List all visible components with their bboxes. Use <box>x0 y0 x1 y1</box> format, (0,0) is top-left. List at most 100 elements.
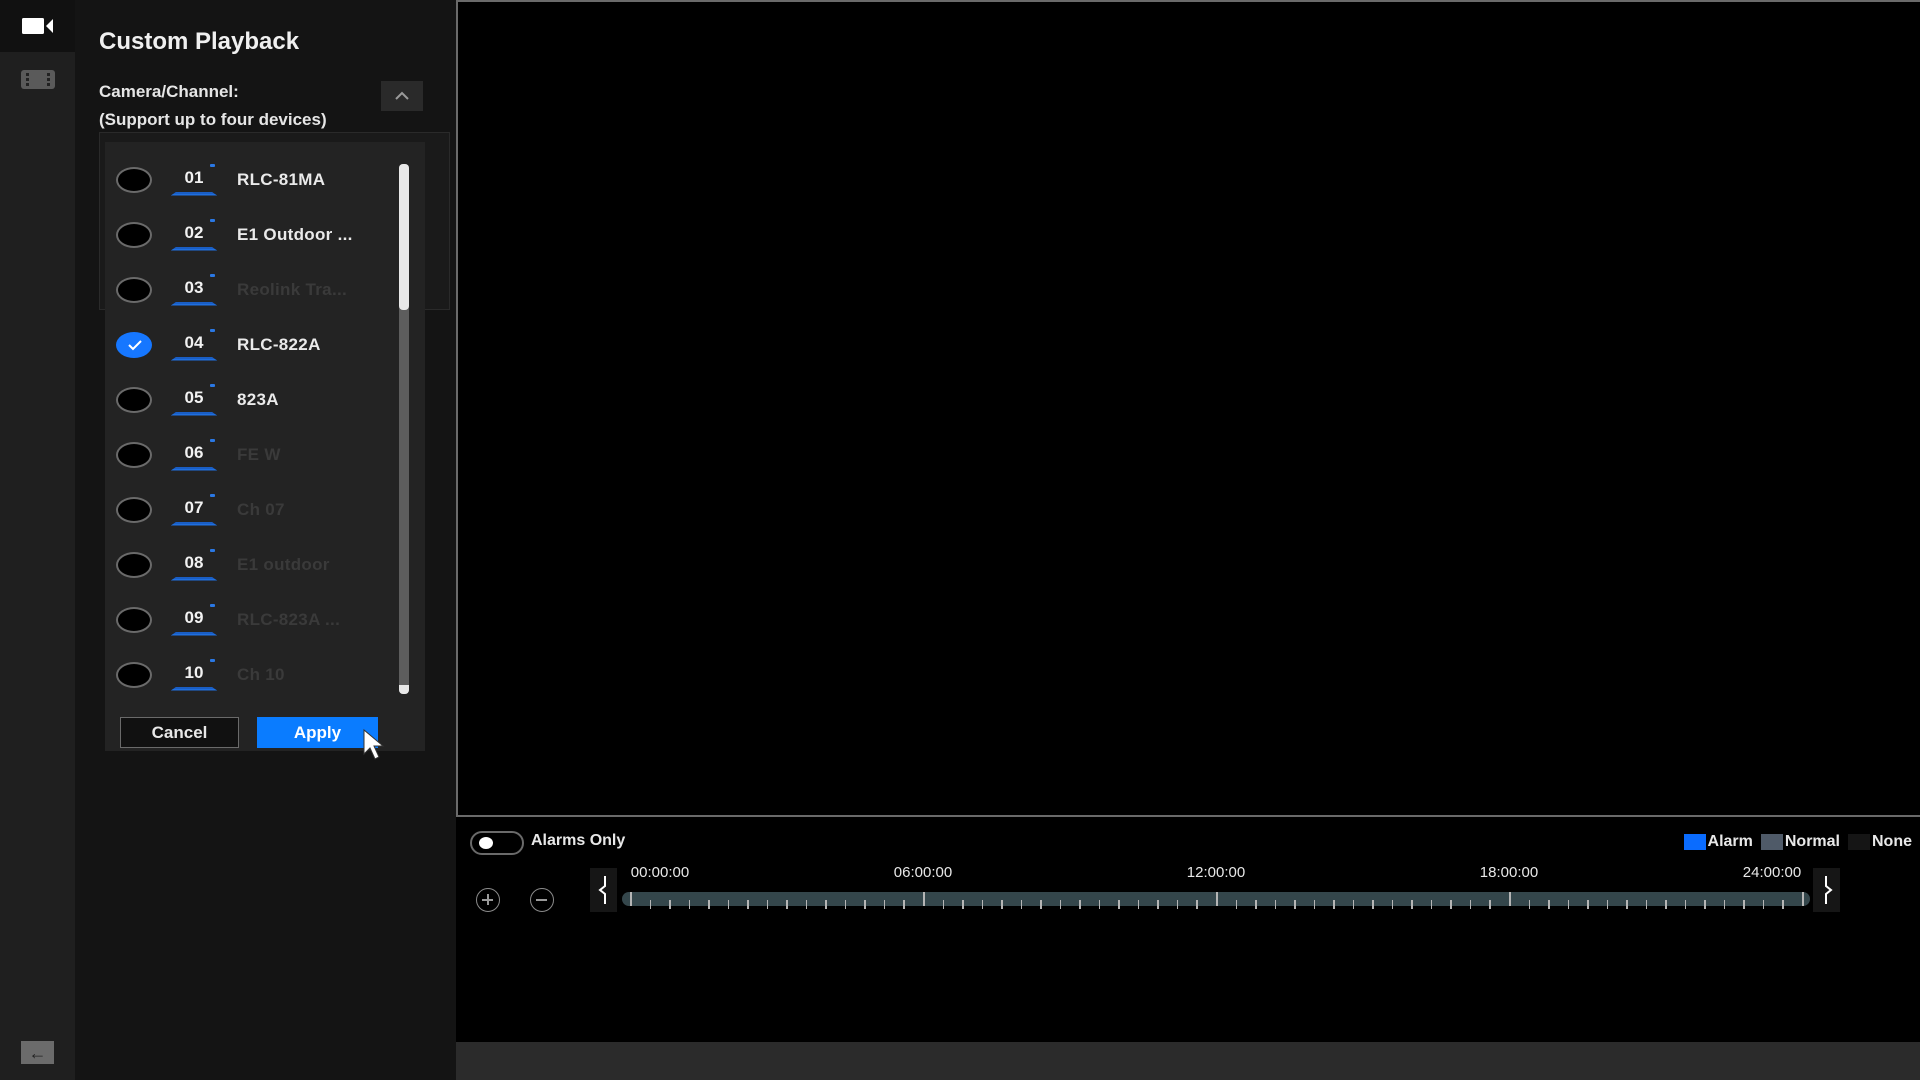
channel-monitor-icon: 05 <box>171 383 217 416</box>
timeline-minor-tick <box>1762 900 1765 909</box>
timeline-minor-tick <box>805 900 808 909</box>
alarms-only-label: Alarms Only <box>531 832 626 849</box>
channel-checkbox[interactable] <box>116 386 152 413</box>
channel-monitor-icon: 08 <box>171 548 217 581</box>
status-dot <box>210 603 215 607</box>
channel-row[interactable]: 02 E1 Outdoor ... <box>105 207 405 262</box>
channel-checkbox[interactable] <box>116 331 152 358</box>
scrollbar[interactable] <box>399 164 409 694</box>
timeline-minor-tick <box>1274 900 1277 909</box>
channel-row[interactable]: 03 Reolink Tra... <box>105 262 405 317</box>
timeline-minor-tick <box>1255 900 1257 909</box>
back-button[interactable]: ← <box>21 1041 54 1064</box>
film-strip-icon[interactable] <box>21 70 55 89</box>
timeline-minor-tick <box>844 900 847 909</box>
timeline-minor-tick <box>1469 900 1472 909</box>
channel-checkbox[interactable] <box>116 221 152 248</box>
timeline-minor-tick <box>786 900 788 909</box>
channel-name: Reolink Tra... <box>237 279 348 299</box>
chevron-right-icon <box>1824 876 1833 904</box>
timeline-minor-tick <box>1684 900 1687 909</box>
monitor-base <box>171 301 217 306</box>
apply-button[interactable]: Apply <box>257 717 378 748</box>
channel-number: 09 <box>184 607 204 627</box>
channel-row[interactable]: 04 RLC-822A <box>105 317 405 372</box>
zoom-in-icon[interactable] <box>476 888 500 912</box>
scrollbar-thumb[interactable] <box>399 164 409 310</box>
video-viewport[interactable] <box>456 0 1920 817</box>
monitor-base <box>171 466 217 471</box>
channel-checkbox[interactable] <box>116 551 152 578</box>
channel-checkbox[interactable] <box>116 441 152 468</box>
legend-swatch <box>1760 834 1783 850</box>
camera-channel-title: Camera/Channel: <box>99 82 239 101</box>
legend-alarm: Alarm <box>1683 833 1753 851</box>
channel-name: FE W <box>237 444 281 464</box>
timeline-minor-tick <box>1587 900 1589 909</box>
channel-monitor-icon: 09 <box>171 603 217 636</box>
channel-monitor-icon: 01 <box>171 163 217 196</box>
zoom-out-icon[interactable] <box>530 888 554 912</box>
channel-row[interactable]: 09 RLC-823A ... <box>105 592 405 647</box>
channel-checkbox[interactable] <box>116 166 152 193</box>
channel-checkbox[interactable] <box>116 496 152 523</box>
timeline-minor-tick <box>1411 900 1413 909</box>
timeline-minor-tick <box>1489 900 1491 909</box>
channel-name: Ch 10 <box>237 664 285 684</box>
timeline-major-tick <box>630 892 632 906</box>
status-dot <box>210 548 215 552</box>
channel-number: 10 <box>184 662 204 682</box>
channel-number: 08 <box>184 552 204 572</box>
channel-monitor-icon: 03 <box>171 273 217 306</box>
monitor-base <box>171 246 217 251</box>
channel-row[interactable]: 07 Ch 07 <box>105 482 405 537</box>
timeline[interactable]: 00:00:00 06:00:00 12:00:00 18:00:00 24:00:00 <box>622 860 1810 920</box>
legend-label: Normal <box>1784 833 1840 850</box>
timeline-prev-button[interactable] <box>590 868 617 912</box>
channel-name: E1 outdoor <box>237 554 330 574</box>
status-dot <box>210 383 215 387</box>
timeline-minor-tick <box>1137 900 1140 909</box>
timeline-minor-tick <box>708 900 710 909</box>
timeline-track[interactable] <box>622 892 1810 909</box>
timeline-minor-tick <box>688 900 691 909</box>
timeline-minor-tick <box>1548 900 1550 909</box>
timeline-label: 24:00:00 <box>1742 864 1802 881</box>
monitor-base <box>171 686 217 691</box>
timeline-minor-tick <box>1528 900 1531 909</box>
channel-row[interactable]: 01 RLC-81MA <box>105 152 405 207</box>
timeline-next-button[interactable] <box>1813 868 1840 912</box>
timeline-minor-tick <box>669 900 671 909</box>
channel-row[interactable]: 05 823A <box>105 372 405 427</box>
legend-swatch <box>1683 834 1706 850</box>
timeline-minor-tick <box>825 900 827 909</box>
channel-row[interactable]: 10 Ch 10 <box>105 647 405 702</box>
timeline-minor-tick <box>1098 900 1101 909</box>
alarms-only-toggle[interactable] <box>470 831 524 855</box>
monitor-base <box>171 191 217 196</box>
timeline-minor-tick <box>1430 900 1433 909</box>
channel-monitor-icon: 07 <box>171 493 217 526</box>
channel-number: 07 <box>184 497 204 517</box>
playback-controls: Alarms Only Alarm Normal None 00:00:00 06… <box>456 817 1920 1042</box>
timeline-minor-tick <box>1040 900 1042 909</box>
channel-checkbox[interactable] <box>116 661 152 688</box>
timeline-minor-tick <box>903 900 905 909</box>
channel-monitor-icon: 04 <box>171 328 217 361</box>
channel-dropdown: 01 RLC-81MA 02 E1 Outdoor ... 03 Reolink Tra.… <box>105 142 425 751</box>
channel-checkbox[interactable] <box>116 276 152 303</box>
timeline-minor-tick <box>1782 900 1784 909</box>
collapse-button[interactable] <box>381 81 423 111</box>
status-dot <box>210 273 215 277</box>
channel-name: Ch 07 <box>237 499 285 519</box>
cancel-button[interactable]: Cancel <box>120 717 239 748</box>
channel-row[interactable]: 06 FE W <box>105 427 405 482</box>
monitor-base <box>171 356 217 361</box>
timeline-major-tick <box>1802 892 1804 906</box>
timeline-minor-tick <box>747 900 749 909</box>
channel-checkbox[interactable] <box>116 606 152 633</box>
video-camera-icon <box>21 18 53 34</box>
nav-item-live[interactable] <box>0 0 75 52</box>
channel-row[interactable]: 08 E1 outdoor <box>105 537 405 592</box>
timeline-minor-tick <box>1567 900 1570 909</box>
